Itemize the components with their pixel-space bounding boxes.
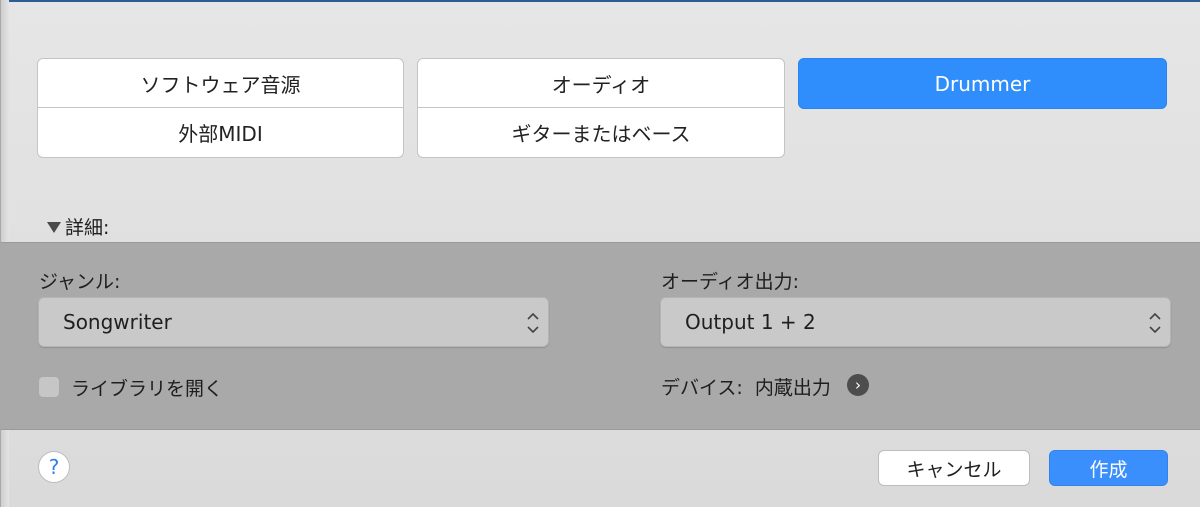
genre-value: Songwriter	[63, 310, 172, 334]
external-midi-button[interactable]: 外部MIDI	[37, 108, 404, 158]
device-arrow-icon[interactable]: ›	[847, 374, 869, 396]
cancel-label: キャンセル	[906, 458, 1002, 481]
up-down-arrows-icon	[527, 312, 539, 334]
new-track-dialog: ソフトウェア音源 外部MIDI オーディオ ギターまたはベース Drummer …	[0, 0, 1200, 507]
software-instrument-button[interactable]: ソフトウェア音源	[37, 58, 404, 108]
device-arrow-glyph: ›	[855, 376, 861, 394]
window-top-border	[1, 0, 1200, 2]
genre-label: ジャンル:	[39, 271, 121, 293]
open-library-label[interactable]: ライブラリを開く	[71, 374, 223, 401]
help-icon: ?	[48, 455, 60, 479]
device-value: 内蔵出力	[754, 377, 831, 399]
create-button[interactable]: 作成	[1049, 450, 1168, 486]
help-button[interactable]: ?	[38, 451, 70, 483]
audio-button[interactable]: オーディオ	[417, 58, 785, 108]
device-info: デバイス: 内蔵出力	[661, 373, 831, 400]
drummer-label: Drummer	[934, 71, 1031, 96]
software-instrument-label: ソフトウェア音源	[140, 72, 301, 97]
open-library-checkbox[interactable]	[38, 376, 60, 398]
guitar-or-bass-button[interactable]: ギターまたはベース	[417, 108, 785, 158]
guitar-or-bass-label: ギターまたはベース	[511, 122, 691, 146]
up-down-arrows-icon	[1149, 312, 1161, 334]
disclosure-triangle-icon	[47, 222, 61, 233]
details-label: 詳細:	[65, 217, 110, 239]
create-label: 作成	[1089, 458, 1128, 481]
cancel-button[interactable]: キャンセル	[878, 450, 1030, 486]
device-label: デバイス:	[661, 377, 743, 399]
audio-label: オーディオ	[551, 72, 651, 97]
audio-output-value: Output 1 + 2	[685, 310, 816, 334]
audio-output-popup[interactable]: Output 1 + 2	[660, 297, 1171, 347]
drummer-button[interactable]: Drummer	[798, 58, 1167, 109]
audio-output-label: オーディオ出力:	[661, 271, 800, 293]
genre-popup[interactable]: Songwriter	[38, 297, 549, 347]
details-disclosure[interactable]: 詳細:	[47, 213, 109, 240]
external-midi-label: 外部MIDI	[178, 122, 263, 146]
